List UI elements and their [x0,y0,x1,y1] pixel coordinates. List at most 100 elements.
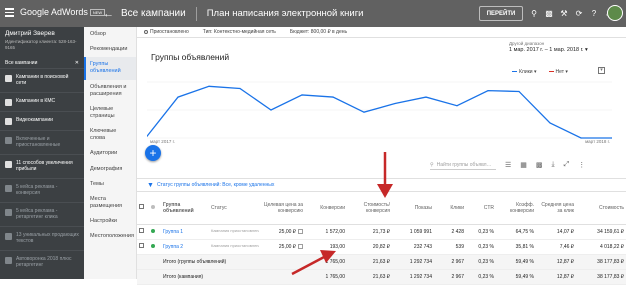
select-all-checkbox[interactable] [139,204,144,210]
campaign-icon [5,208,12,216]
sidebar-campaign-item[interactable]: Кампании в КМС [0,91,84,111]
row-checkbox-cell [137,224,149,240]
total-bid [259,269,305,285]
table-row[interactable]: Группа 1 Кампания приостановлена 25,00 ₽ 1 … [137,224,626,240]
cell-impr: 1 059 991 [392,224,434,240]
data-point [208,85,210,87]
page-menu-item[interactable]: Группы объявлений [84,57,136,80]
status-type: Тип: Контекстно-медийная сеть [202,29,276,35]
x-label-end: март 2018 г. [585,139,610,144]
total-cost: 38 177,83 ₽ [576,269,626,285]
cell-ctr: 0,23 % [466,224,496,240]
cell-cpa-value: 20,82 ₽ [372,243,390,250]
sidebar-campaign-item[interactable]: 13 уникальных продающих текстов [0,225,84,250]
all-campaigns-row[interactable]: Все кампании ✕ [0,58,84,68]
cell-bid: 25,00 ₽ [259,239,305,255]
chart-icon[interactable]: ▩ [544,8,554,18]
filter-bar[interactable]: ▼ Статус группы объявлений: Все, кроме у… [137,178,626,192]
page-menu-item[interactable]: Ключевые слова [84,124,136,146]
top-icons: ⚲ ▩ ⚒ ⟳ ? ♨ [529,8,614,18]
avatar[interactable] [607,5,623,21]
legend-swatch-1 [512,70,517,73]
cell-impr-value: 1 059 991 [409,228,432,235]
help-icon[interactable]: ? [589,8,599,18]
sidebar-campaign-item[interactable]: Кампании в поисковой сети [0,67,84,92]
pause-icon [144,29,148,34]
cell-ctr-value: 0,23 % [478,243,494,250]
page-menu-item[interactable]: Местоположения [84,229,136,244]
page-menu-item[interactable]: Места размещения [84,192,136,214]
cell-cr: 64,75 % [496,224,536,240]
sidebar-campaign-item[interactable]: Автоворонка 2018 плюс ретаргетинг [0,249,84,274]
status-dot-header [151,204,155,209]
status-state: Приостановлено [144,29,189,35]
date-range-picker[interactable]: Другой диапазон 1 мар. 2017 г. – 1 мар. … [509,41,588,55]
sidebar-campaign-item[interactable]: Включенные и приостановленные [0,129,84,154]
expand-icon[interactable]: ⤢ [564,161,570,169]
add-button[interactable]: + [145,145,161,161]
search-field[interactable]: ⚲ Найти группы объявл… [430,160,496,170]
legend-label-1: Клики [519,69,533,75]
column-header[interactable]: Стоимость [576,192,626,225]
row-checkbox[interactable] [139,243,144,248]
segment-icon[interactable]: ☰ [505,161,511,169]
ad-group-name[interactable]: Группа 2 [161,239,209,255]
data-point [363,111,365,113]
page-menu-item[interactable]: Демография [84,162,136,177]
refresh-icon[interactable]: ⟳ [574,8,584,18]
campaign-sidebar: Дмитрий Зверев Идентификатор клиента: 52… [0,27,84,279]
sidebar-campaign-item[interactable]: 11 способов увеличения прибыли [0,153,84,178]
brand[interactable]: Google AdWords NEW [20,7,106,17]
page-menu-item[interactable]: Целевые страницы [84,102,136,124]
page-menu-item[interactable]: Обзор [84,27,136,42]
table-row[interactable]: Группа 2 Кампания приостановлена 25,00 ₽ 19… [137,239,626,255]
campaign-icon [5,74,12,82]
search-icon[interactable]: ⚲ [529,8,539,18]
campaign-icon [5,117,12,125]
page-menu-item[interactable]: Темы [84,177,136,192]
download-icon[interactable]: ⤓ [552,161,555,169]
column-header[interactable]: Средняя цена за клик [536,192,576,225]
page-menu-item[interactable]: Аудитории [84,146,136,161]
column-header[interactable]: Коэфф. конверсии [496,192,536,225]
cell-conv-value: 193,00 [329,243,345,250]
ad-group-name[interactable]: Группа 1 [161,224,209,240]
breadcrumb-all-campaigns[interactable]: Все кампании [121,8,186,19]
legend-series-2[interactable]: Нет ▾ [548,69,568,75]
table-toolbar: ⚲ Найти группы объявл… ☰ ▦ ▩ ⤓ ⤢ ⋮ [430,160,585,170]
column-header[interactable]: Показы [392,192,434,225]
column-header[interactable]: Группа объявлений [161,192,209,225]
edit-bid-icon[interactable] [298,243,303,249]
sidebar-campaign-item[interactable]: 5 кейса реклама - ретаргетинг клика [0,201,84,226]
column-header[interactable]: CTR [466,192,496,225]
close-icon[interactable]: ✕ [75,60,79,66]
sidebar-campaign-item[interactable]: Видеокампании [0,110,84,130]
page-menu-item[interactable]: Настройки [84,214,136,229]
column-header[interactable] [149,192,161,225]
ad-groups-table: Группа объявлений Статус Целевая цена за к… [137,192,626,285]
column-header[interactable]: Клики [434,192,466,225]
column-header[interactable] [137,192,149,225]
column-header[interactable]: Стоимость/конверсия [347,192,392,225]
more-icon[interactable]: ⋮ [578,161,585,169]
legend-series-1[interactable]: Клики ▾ [512,69,537,75]
arrow-left-icon[interactable]: ← [103,8,114,20]
edit-bid-icon[interactable] [298,228,303,234]
chart-settings-icon[interactable]: ▾ [598,67,605,74]
sidebar-campaign-item[interactable]: 5 кейса реклама - конверсия [0,177,84,202]
column-header[interactable]: Конверсии [305,192,347,225]
column-header[interactable]: Статус [209,192,259,225]
cell-cost-value: 34 159,61 ₽ [597,228,624,235]
wrench-icon[interactable]: ⚒ [559,8,569,18]
reports-icon[interactable]: ▩ [536,161,543,169]
goto-button[interactable]: ПЕРЕЙТИ [479,6,523,21]
account-name: Дмитрий Зверев [5,30,55,37]
page-menu-item[interactable]: Рекомендации [84,42,136,57]
menu-icon[interactable] [5,8,14,17]
column-header[interactable]: Целевая цена за конверсию [259,192,305,225]
columns-icon[interactable]: ▦ [520,161,527,169]
row-checkbox[interactable] [139,228,144,233]
total-bid [259,254,305,270]
page-menu-item[interactable]: Объявления и расширения [84,80,136,102]
cell-conv-value: 1 572,00 [325,228,345,235]
